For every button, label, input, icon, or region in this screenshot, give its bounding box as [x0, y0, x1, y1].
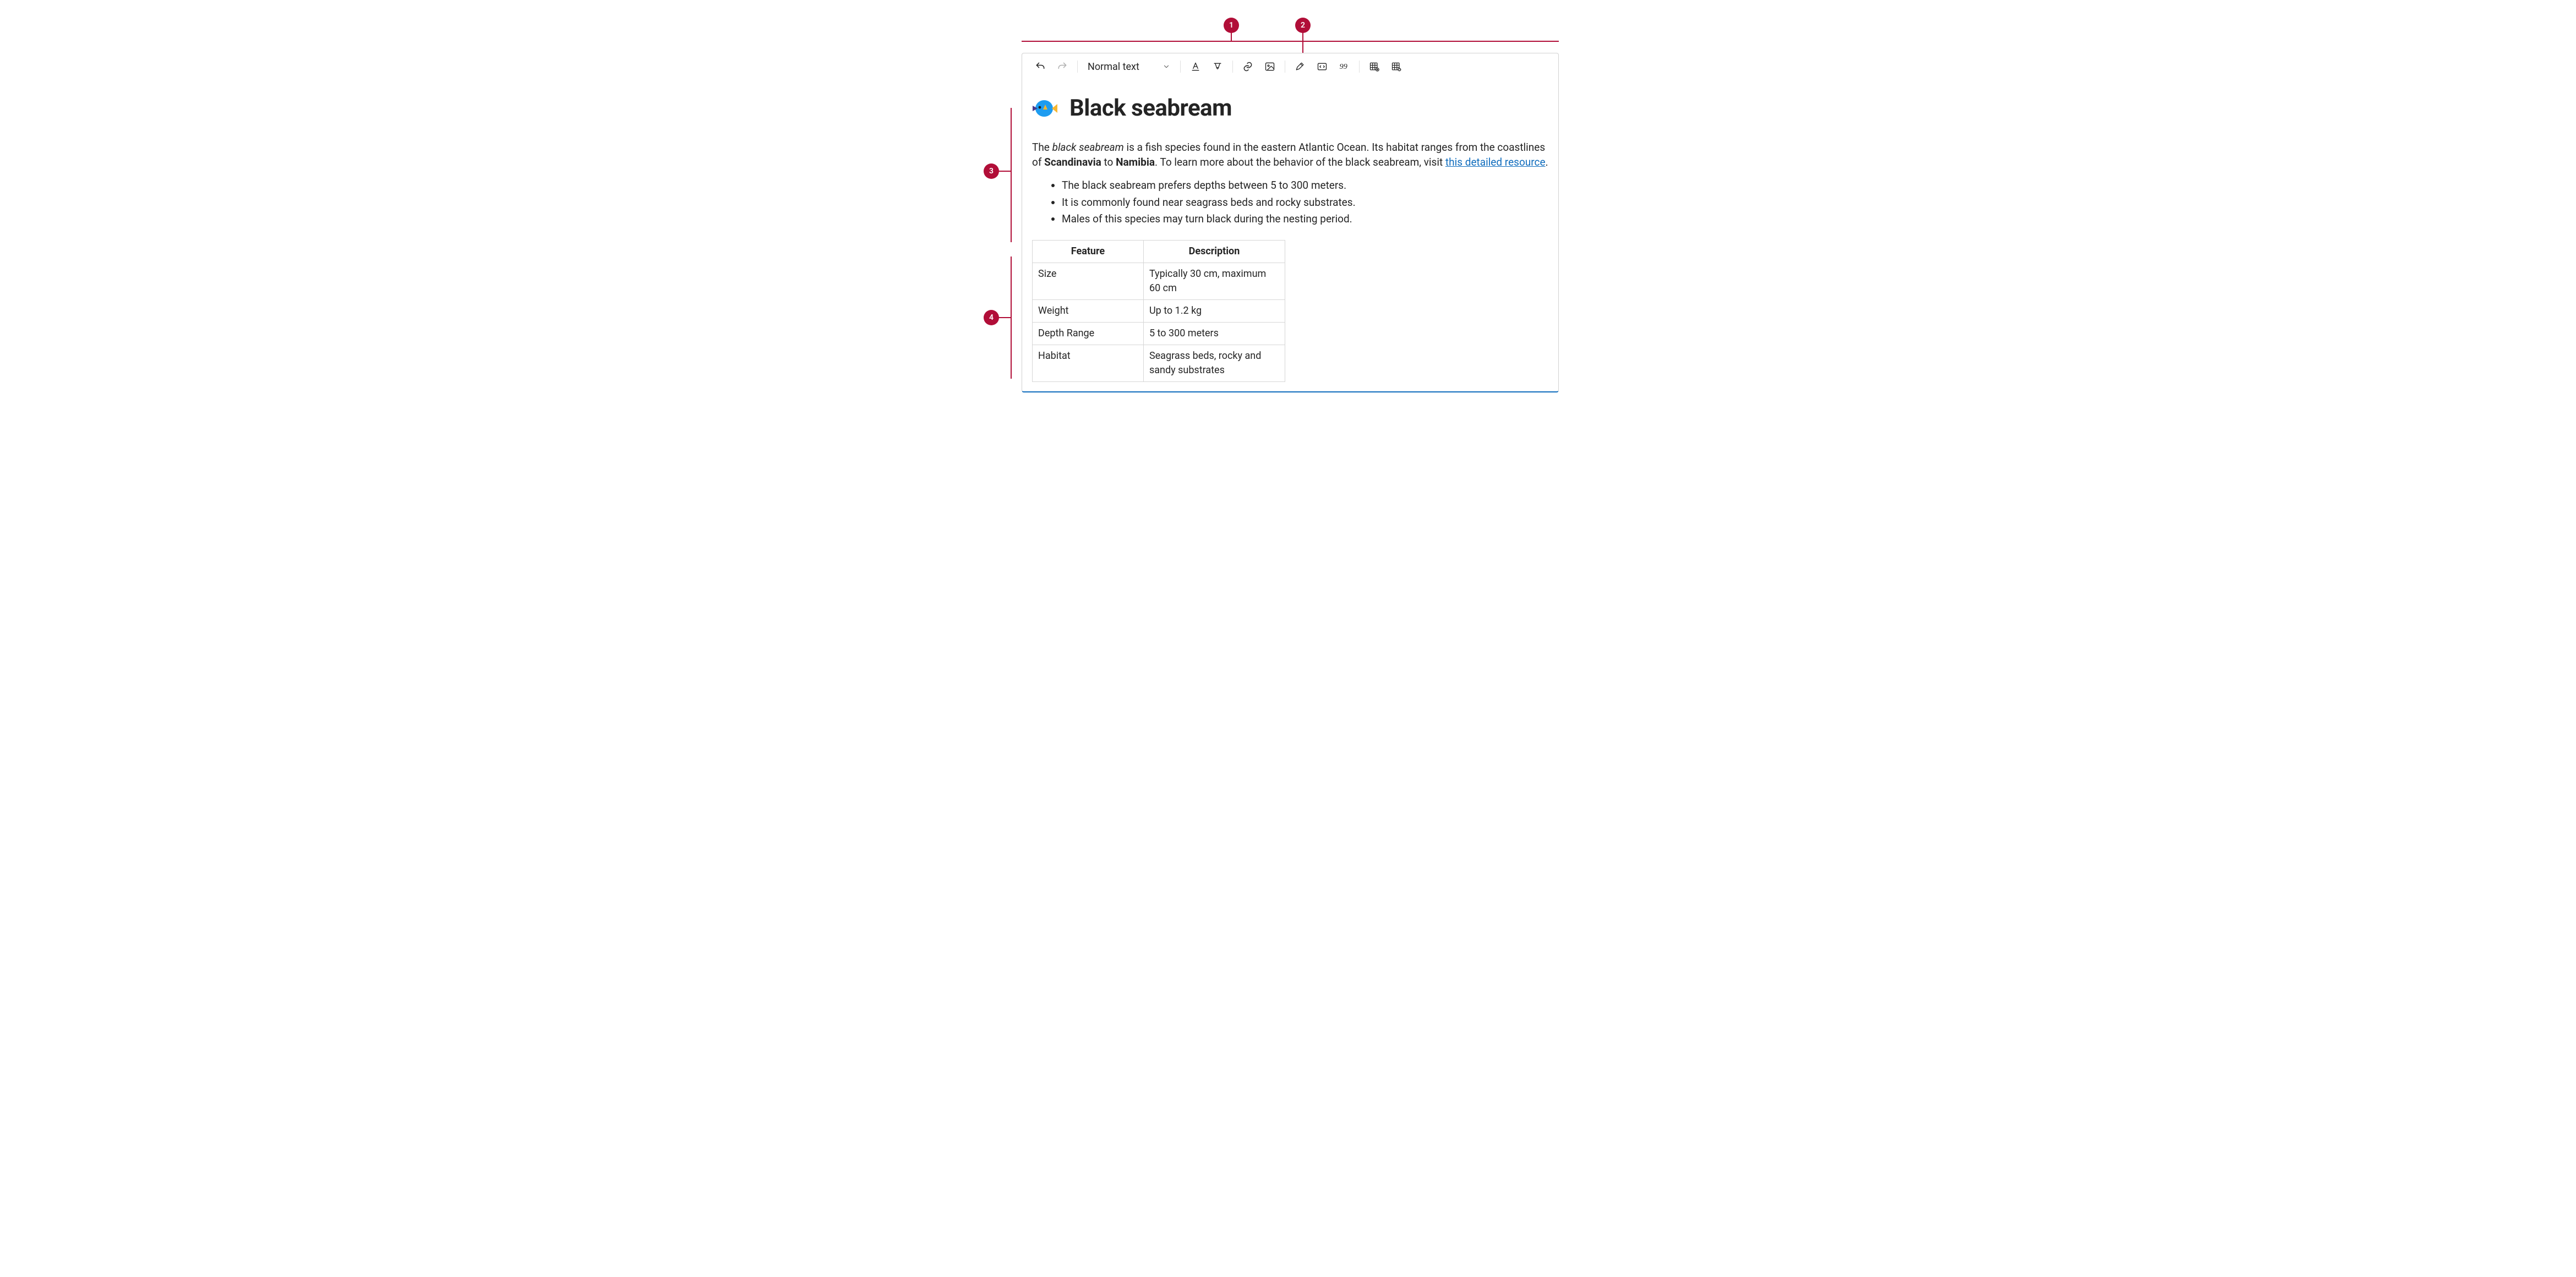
callout-4-range	[1011, 257, 1012, 379]
table-header: Description	[1143, 240, 1285, 263]
callout-3-range	[1011, 108, 1012, 242]
svg-text:99: 99	[1340, 62, 1347, 71]
paragraph-style-select[interactable]: Normal text	[1082, 57, 1176, 76]
resource-link[interactable]: this detailed resource	[1445, 156, 1546, 168]
italic-text: black seabream	[1052, 141, 1124, 154]
insert-table-button[interactable]	[1364, 57, 1385, 76]
table-header: Feature	[1033, 240, 1144, 263]
fish-icon	[1032, 97, 1057, 119]
list-item: The black seabream prefers depths betwee…	[1062, 178, 1548, 193]
highlight-button[interactable]	[1207, 57, 1228, 76]
callout-1-stem	[1231, 32, 1232, 41]
toolbar-separator	[1232, 61, 1233, 73]
callout-3-dot: 3	[984, 163, 999, 179]
font-color-button[interactable]	[1185, 57, 1206, 76]
document-title-row: Black seabream	[1032, 92, 1548, 125]
table-row: Habitat Seagrass beds, rocky and sandy s…	[1033, 345, 1285, 382]
document-title: Black seabream	[1069, 92, 1232, 125]
link-button[interactable]	[1237, 57, 1258, 76]
editor-content[interactable]: Black seabream The black seabream is a f…	[1022, 80, 1558, 392]
paragraph-style-label: Normal text	[1088, 61, 1139, 73]
callout-1-label: 1	[1229, 21, 1234, 30]
toolbar-separator	[1077, 61, 1078, 73]
image-button[interactable]	[1259, 57, 1280, 76]
bold-text: Scandinavia	[1044, 156, 1101, 168]
delete-table-button[interactable]	[1386, 57, 1407, 76]
toolbar-separator	[1180, 61, 1181, 73]
callout-4-tick	[998, 317, 1011, 318]
rich-text-editor: Normal text	[1022, 53, 1559, 392]
undo-button[interactable]	[1030, 57, 1051, 76]
feature-table: Feature Description Size Typically 30 cm…	[1032, 240, 1285, 383]
callout-2-label: 2	[1301, 21, 1305, 30]
callout-1-line	[1022, 41, 1559, 42]
bullet-list: The black seabream prefers depths betwee…	[1032, 178, 1548, 227]
clear-format-button[interactable]	[1290, 57, 1311, 76]
callout-1-dot: 1	[1224, 18, 1239, 33]
redo-button[interactable]	[1052, 57, 1073, 76]
bold-text: Namibia	[1116, 156, 1155, 168]
code-block-button[interactable]	[1312, 57, 1333, 76]
quote-button[interactable]: 99	[1334, 57, 1355, 76]
callout-2-dot: 2	[1295, 18, 1311, 33]
list-item: Males of this species may turn black dur…	[1062, 211, 1548, 227]
table-row: Size Typically 30 cm, maximum 60 cm	[1033, 263, 1285, 299]
list-item: It is commonly found near seagrass beds …	[1062, 195, 1548, 210]
callout-3-tick	[998, 171, 1011, 172]
table-row: Depth Range 5 to 300 meters	[1033, 323, 1285, 345]
chevron-down-icon	[1163, 63, 1170, 70]
editor-toolbar: Normal text	[1022, 53, 1558, 80]
intro-paragraph: The black seabream is a fish species fou…	[1032, 140, 1548, 170]
callout-3-label: 3	[989, 167, 994, 176]
callout-4-label: 4	[989, 313, 994, 322]
table-header-row: Feature Description	[1033, 240, 1285, 263]
toolbar-separator	[1359, 61, 1360, 73]
callout-4-dot: 4	[984, 310, 999, 325]
table-row: Weight Up to 1.2 kg	[1033, 299, 1285, 322]
